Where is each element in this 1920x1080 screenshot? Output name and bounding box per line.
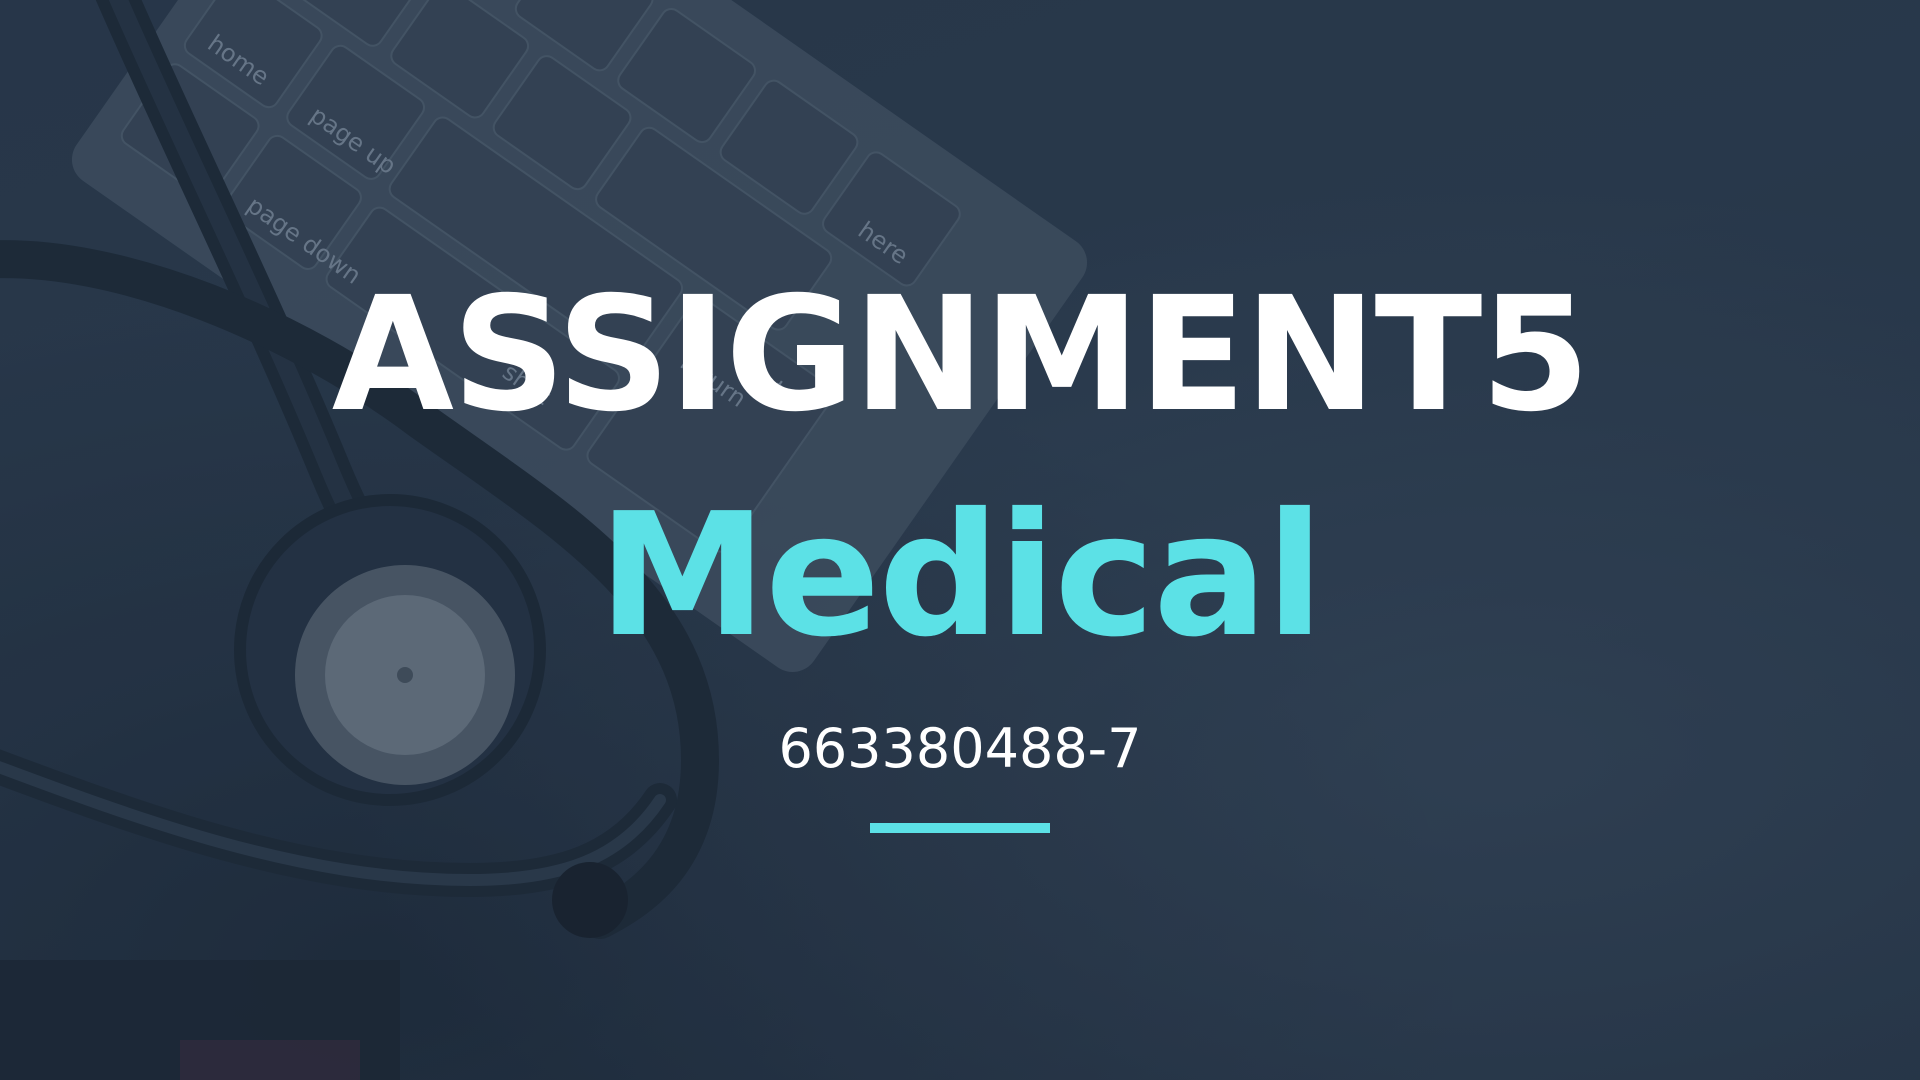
slide-title: ASSIGNMENT5 xyxy=(331,263,1591,447)
slide-content: ASSIGNMENT5 Medical 663380488-7 xyxy=(0,0,1920,1080)
slide-subtitle: Medical xyxy=(597,477,1324,675)
student-id-text: 663380488-7 xyxy=(778,717,1142,780)
presentation-slide: option alt home enter return shift page … xyxy=(0,0,1920,1080)
accent-divider xyxy=(870,823,1050,833)
